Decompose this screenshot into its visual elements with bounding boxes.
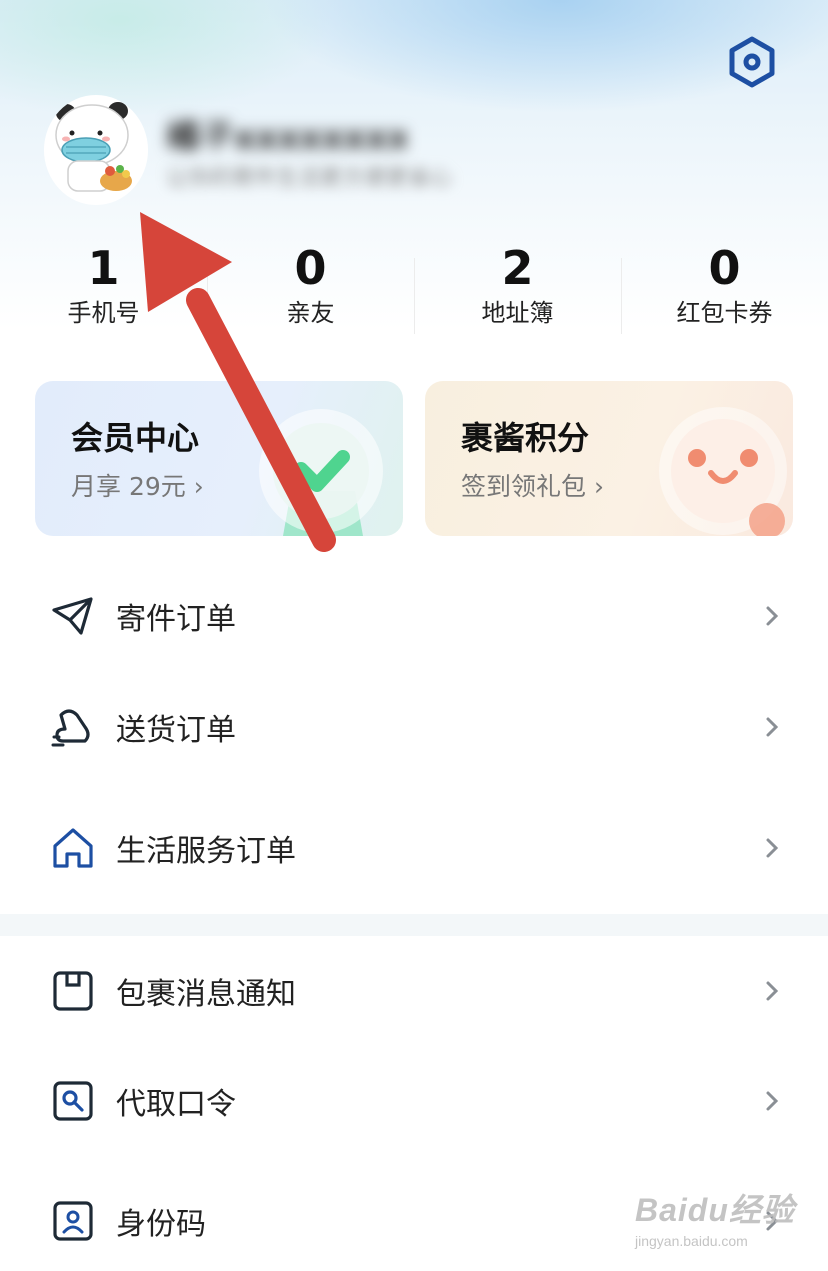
menu-label: 代取口令 bbox=[116, 1087, 236, 1122]
menu-label: 身份码 bbox=[116, 1207, 206, 1242]
menu-label: 送货订单 bbox=[116, 713, 236, 748]
menu-item-pickup-code[interactable]: 代取口令 bbox=[0, 1051, 828, 1151]
stat-coupons-label: 红包卡券 bbox=[676, 299, 773, 327]
points-card[interactable]: 裹酱积分 签到领礼包 › bbox=[425, 381, 793, 536]
menu-item-delivery-orders[interactable]: 送货订单 bbox=[0, 677, 828, 777]
stat-address-book-label: 地址簿 bbox=[481, 299, 554, 327]
user-name: 橘子xxxxxxxx bbox=[166, 118, 406, 150]
section-divider bbox=[0, 914, 828, 936]
paper-plane-icon bbox=[50, 593, 96, 639]
baidu-watermark: Baidu经验 jingyan.baidu.com bbox=[635, 1185, 795, 1255]
stat-phone-value: 1 bbox=[87, 241, 120, 295]
watermark-brand: Baidu经验 bbox=[635, 1192, 795, 1228]
stat-friends-label: 亲友 bbox=[286, 299, 335, 327]
panda-avatar-image bbox=[44, 98, 148, 202]
chevron-right-icon bbox=[760, 604, 784, 628]
member-center-title: 会员中心 bbox=[71, 419, 200, 457]
chevron-right-icon bbox=[760, 715, 784, 739]
stat-coupons[interactable]: 0 红包卡券 bbox=[621, 240, 828, 340]
stat-phone-label: 手机号 bbox=[67, 299, 140, 327]
delivery-icon bbox=[50, 704, 96, 750]
checkmark-badge-icon bbox=[259, 409, 383, 536]
stat-phone[interactable]: 1 手机号 bbox=[0, 240, 207, 340]
chevron-right-icon bbox=[760, 1089, 784, 1113]
menu-item-life-service-orders[interactable]: 生活服务订单 bbox=[0, 798, 828, 898]
member-center-subtitle: 月享 29元 › bbox=[71, 472, 204, 501]
smiley-face-icon bbox=[659, 407, 787, 536]
watermark-url: jingyan.baidu.com bbox=[635, 1233, 748, 1249]
stat-address-book[interactable]: 2 地址簿 bbox=[414, 240, 621, 340]
menu-item-send-orders[interactable]: 寄件订单 bbox=[0, 566, 828, 666]
menu-item-package-notifications[interactable]: 包裹消息通知 bbox=[0, 941, 828, 1041]
menu-label: 寄件订单 bbox=[116, 602, 236, 637]
stat-friends[interactable]: 0 亲友 bbox=[207, 240, 414, 340]
points-title: 裹酱积分 bbox=[461, 419, 590, 457]
settings-button[interactable] bbox=[724, 34, 780, 90]
chevron-right-icon bbox=[760, 836, 784, 860]
stat-address-book-value: 2 bbox=[501, 241, 534, 295]
package-icon bbox=[50, 968, 96, 1014]
menu-label: 生活服务订单 bbox=[116, 834, 296, 869]
menu-label: 包裹消息通知 bbox=[116, 977, 296, 1012]
home-icon bbox=[50, 825, 96, 871]
avatar[interactable] bbox=[44, 95, 148, 205]
member-center-card[interactable]: 会员中心 月享 29元 › bbox=[35, 381, 403, 536]
id-code-icon bbox=[50, 1198, 96, 1244]
points-subtitle: 签到领礼包 › bbox=[461, 472, 604, 501]
user-subtitle: 让你的寄件生活更方便更省心 bbox=[166, 166, 453, 188]
settings-hexagon-icon bbox=[729, 36, 775, 88]
key-search-icon bbox=[50, 1078, 96, 1124]
stat-coupons-value: 0 bbox=[708, 241, 741, 295]
stats-row: 1 手机号 0 亲友 2 地址簿 0 红包卡券 bbox=[0, 240, 828, 340]
chevron-right-icon bbox=[760, 979, 784, 1003]
stat-friends-value: 0 bbox=[294, 241, 327, 295]
